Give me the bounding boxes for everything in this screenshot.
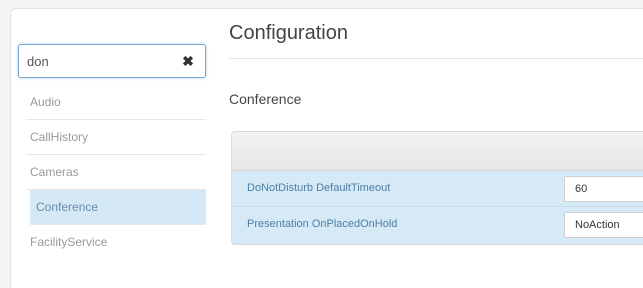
table-row: Presentation OnPlacedOnHold NoAction [232,207,643,244]
sidebar-item-audio[interactable]: Audio [26,85,206,120]
search-input[interactable] [27,52,167,70]
setting-name: DoNotDisturb DefaultTimeout [247,182,391,194]
setting-value-input[interactable]: 60 [564,176,643,202]
sidebar-item-conference[interactable]: Conference [30,190,206,225]
divider [229,58,643,59]
page-title: Configuration [229,22,348,44]
setting-name: Presentation OnPlacedOnHold [247,218,398,230]
sidebar-item-callhistory[interactable]: CallHistory [26,120,206,155]
sidebar-item-facilityservice[interactable]: FacilityService [26,225,206,260]
table-header [232,132,643,171]
sidebar-item-cameras[interactable]: Cameras [26,155,206,190]
close-icon[interactable]: ✖ [181,53,195,69]
section-title: Conference [229,91,302,107]
search-box: ✖ [18,44,206,78]
sidebar: ✖ Audio CallHistory Cameras Conference F… [18,44,206,260]
table-row: DoNotDisturb DefaultTimeout 60 [232,171,643,207]
settings-table: DoNotDisturb DefaultTimeout 60 Presentat… [231,131,643,245]
nav-list: Audio CallHistory Cameras Conference Fac… [18,85,206,260]
setting-value-select[interactable]: NoAction [564,212,643,238]
